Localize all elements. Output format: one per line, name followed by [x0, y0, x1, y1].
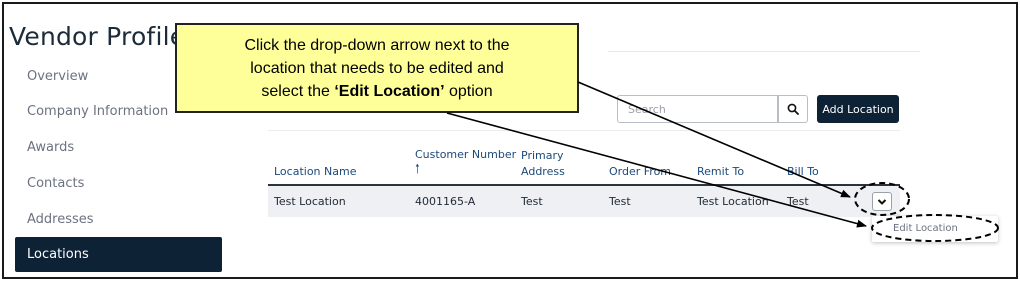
annotation-overlay: [446, 81, 999, 242]
arrow-to-dropdown: [577, 81, 851, 198]
dropdown-highlight: [854, 182, 910, 216]
arrow-to-edit-location: [446, 112, 867, 228]
edit-location-highlight: [871, 214, 999, 242]
